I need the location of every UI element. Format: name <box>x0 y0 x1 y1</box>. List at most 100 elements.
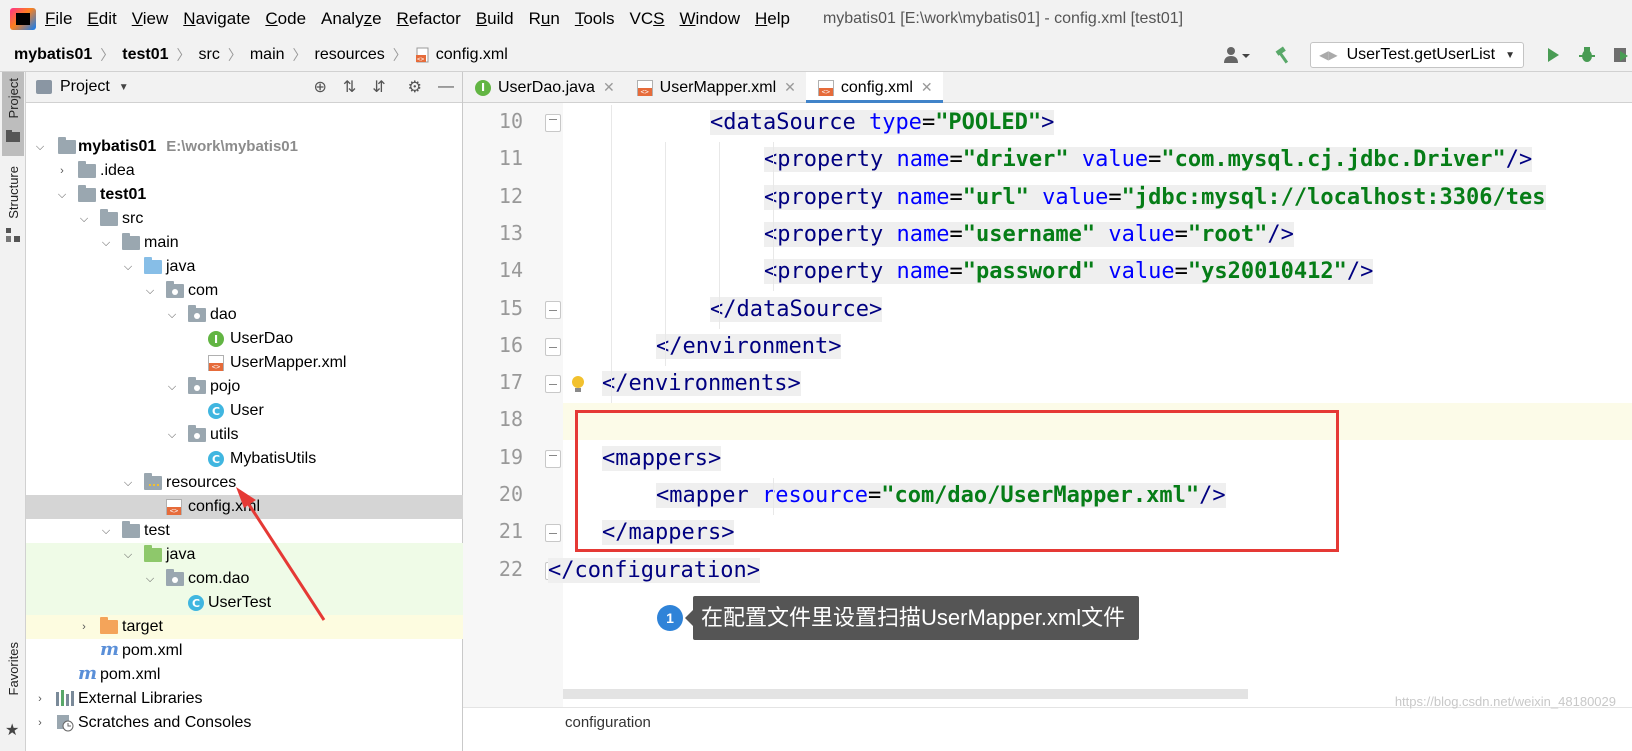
tree-item-com-dao[interactable]: ⌵ com.dao <box>26 567 463 591</box>
tree-item-usertest[interactable]: C UserTest <box>26 591 463 615</box>
crumb-main[interactable]: main <box>250 46 285 64</box>
tree-item-pojo[interactable]: ⌵ pojo <box>26 375 463 399</box>
chevron-down-icon[interactable]: ⌵ <box>122 477 134 490</box>
project-panel-title[interactable]: Project <box>60 78 110 96</box>
chevron-down-icon[interactable]: ⌵ <box>56 189 68 202</box>
code-token: </ <box>548 557 575 583</box>
menu-refactor[interactable]: Refactor <box>397 9 461 29</box>
run-configuration-select[interactable]: ◀▶ UserTest.getUserList ▼ <box>1310 42 1524 68</box>
expand-all-icon[interactable]: ⇅ <box>343 77 356 97</box>
fold-collapse-icon[interactable] <box>545 449 561 468</box>
menu-run[interactable]: Run <box>529 9 560 29</box>
tree-item-mybatisutils[interactable]: C MybatisUtils <box>26 447 463 471</box>
menu-view[interactable]: View <box>132 9 169 29</box>
chevron-right-icon[interactable]: › <box>78 621 90 633</box>
chevron-down-icon[interactable]: ⌵ <box>100 237 112 250</box>
horizontal-scrollbar[interactable] <box>563 689 1248 699</box>
menu-build[interactable]: Build <box>476 9 514 29</box>
tree-item-config-xml[interactable]: config.xml <box>26 495 463 519</box>
tree-label: UserDao <box>230 330 294 347</box>
tab-config-xml[interactable]: config.xml ✕ <box>805 72 943 104</box>
chevron-down-icon[interactable]: ⌵ <box>144 285 156 298</box>
tree-item-target[interactable]: › target <box>26 615 463 639</box>
intention-bulb-icon[interactable] <box>571 376 585 394</box>
tree-label: utils <box>210 426 239 443</box>
tree-item-mybatis01[interactable]: ⌵ mybatis01 E:\work\mybatis01 <box>26 135 463 159</box>
fold-end-icon[interactable] <box>545 375 561 394</box>
tree-item-external-libraries[interactable]: › External Libraries <box>26 687 463 711</box>
tree-item-com[interactable]: ⌵ com <box>26 279 463 303</box>
project-tool-button[interactable]: Project <box>2 72 24 156</box>
chevron-down-icon[interactable]: ⌵ <box>34 141 46 154</box>
crumb-resources[interactable]: resources <box>315 46 385 64</box>
tree-label: test <box>144 522 170 539</box>
project-path: E:\work\mybatis01 <box>166 138 298 155</box>
menu-vcs[interactable]: VCS <box>630 9 665 29</box>
run-with-coverage-icon[interactable] <box>1610 44 1632 66</box>
crumb-module[interactable]: test01 <box>122 46 168 64</box>
chevron-down-icon[interactable]: ⌵ <box>166 381 178 394</box>
tree-item-scratches[interactable]: › Scratches and Consoles <box>26 711 463 735</box>
tree-item-test01[interactable]: ⌵ test01 <box>26 183 463 207</box>
structure-tool-button[interactable]: Structure <box>2 166 24 246</box>
chevron-down-icon[interactable]: ⌵ <box>122 261 134 274</box>
tree-item-idea[interactable]: › .idea <box>26 159 463 183</box>
menu-tools[interactable]: Tools <box>575 9 615 29</box>
close-icon[interactable]: ✕ <box>921 79 933 96</box>
menu-window[interactable]: Window <box>680 9 740 29</box>
chevron-right-icon[interactable]: › <box>56 165 68 177</box>
favorites-tool-button[interactable]: Favorites ★ <box>2 642 24 742</box>
chevron-right-icon[interactable]: › <box>34 693 46 705</box>
tree-item-root-pom[interactable]: m pom.xml <box>26 663 463 687</box>
fold-collapse-icon[interactable] <box>545 114 561 132</box>
chevron-down-icon[interactable]: ⌵ <box>144 573 156 586</box>
hide-panel-icon[interactable]: — <box>438 78 454 96</box>
locate-file-icon[interactable]: ⊕ <box>313 77 326 97</box>
fold-end-icon[interactable] <box>545 300 561 319</box>
menu-analyze[interactable]: Analyze <box>321 9 382 29</box>
gear-icon[interactable]: ⚙ <box>408 77 422 97</box>
fold-end-icon[interactable] <box>545 524 561 543</box>
crumb-src[interactable]: src <box>199 46 220 64</box>
fold-end-icon[interactable] <box>545 337 561 356</box>
tree-item-utils[interactable]: ⌵ utils <box>26 423 463 447</box>
chevron-right-icon[interactable]: › <box>34 717 46 729</box>
tree-item-src[interactable]: ⌵ src <box>26 207 463 231</box>
menu-file[interactable]: File <box>45 9 72 29</box>
chevron-down-icon[interactable]: ⌵ <box>122 549 134 562</box>
close-icon[interactable]: ✕ <box>603 79 615 96</box>
chevron-down-icon[interactable]: ⌵ <box>100 525 112 538</box>
user-icon[interactable] <box>1220 44 1254 66</box>
tab-userdao-java[interactable]: I UserDao.java ✕ <box>463 72 625 103</box>
tree-item-resources[interactable]: ⌵ resources <box>26 471 463 495</box>
chevron-down-icon[interactable]: ▼ <box>119 82 129 93</box>
tree-item-main[interactable]: ⌵ main <box>26 231 463 255</box>
close-icon[interactable]: ✕ <box>784 79 796 96</box>
breadcrumb-configuration[interactable]: configuration <box>565 714 651 731</box>
tree-item-dao[interactable]: ⌵ dao <box>26 303 463 327</box>
tab-usermapper-xml[interactable]: UserMapper.xml ✕ <box>625 72 806 103</box>
tree-item-usermapper-xml[interactable]: UserMapper.xml <box>26 351 463 375</box>
chevron-down-icon[interactable]: ⌵ <box>166 429 178 442</box>
tree-item-userdao[interactable]: I UserDao <box>26 327 463 351</box>
collapse-all-icon[interactable]: ⇵ <box>372 77 385 97</box>
tree-item-module-pom[interactable]: m pom.xml <box>26 639 463 663</box>
tree-item-java[interactable]: ⌵ java <box>26 255 463 279</box>
menu-navigate[interactable]: Navigate <box>183 9 250 29</box>
menu-code[interactable]: Code <box>265 9 306 29</box>
folder-icon <box>100 209 118 226</box>
code-token: = <box>1174 221 1188 247</box>
tree-item-test[interactable]: ⌵ test <box>26 519 463 543</box>
code-token: "root" <box>1187 221 1268 247</box>
crumb-file[interactable]: config.xml <box>436 46 508 64</box>
tree-item-user[interactable]: C User <box>26 399 463 423</box>
menu-edit[interactable]: Edit <box>87 9 116 29</box>
chevron-down-icon[interactable]: ⌵ <box>78 213 90 226</box>
build-hammer-icon[interactable] <box>1272 44 1294 66</box>
tree-item-test-java[interactable]: ⌵ java <box>26 543 463 567</box>
debug-icon[interactable] <box>1576 44 1598 66</box>
run-icon[interactable] <box>1542 44 1564 66</box>
crumb-project[interactable]: mybatis01 <box>14 46 92 64</box>
chevron-down-icon[interactable]: ⌵ <box>166 309 178 322</box>
menu-help[interactable]: Help <box>755 9 790 29</box>
